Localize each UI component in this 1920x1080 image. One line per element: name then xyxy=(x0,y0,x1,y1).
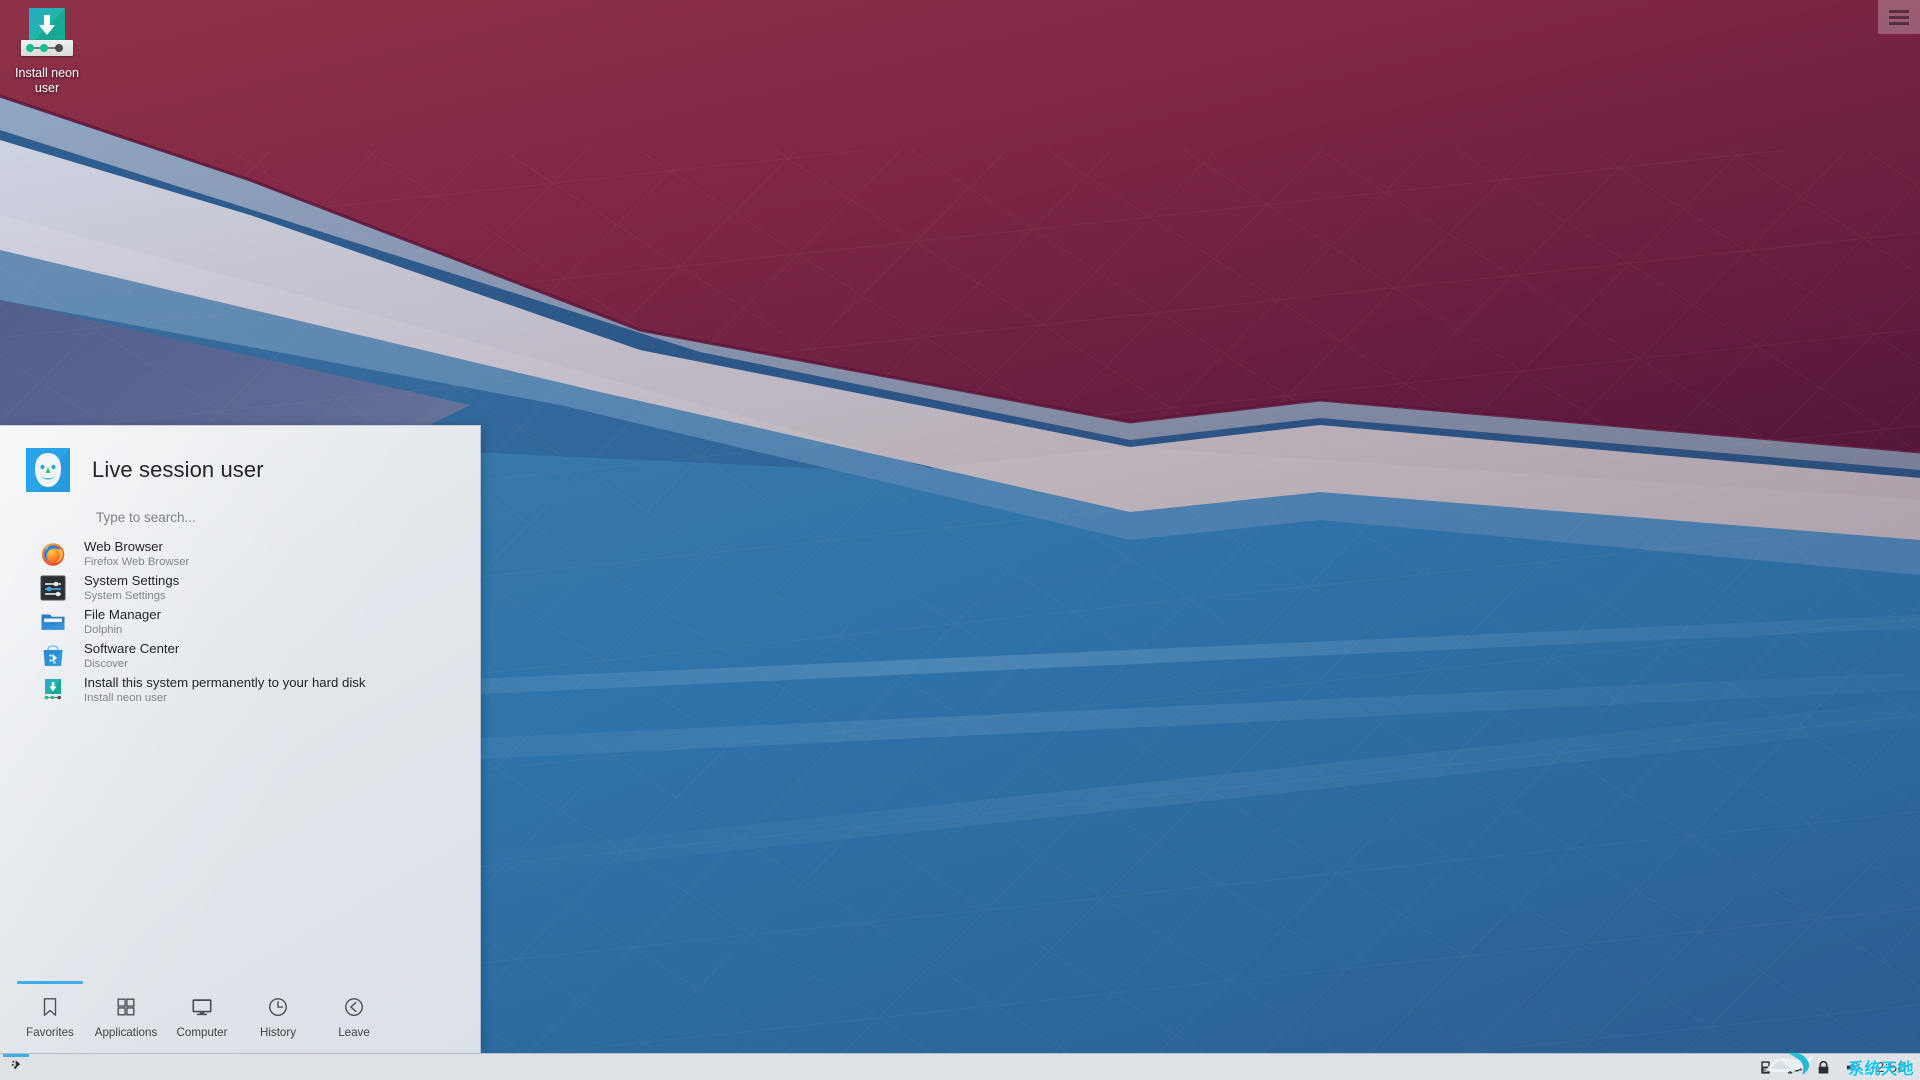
list-item-subtitle: System Settings xyxy=(84,589,166,602)
volume-icon[interactable] xyxy=(1845,1060,1860,1075)
grid-icon xyxy=(115,995,137,1019)
task-entry-discover[interactable] xyxy=(0,1053,32,1080)
download-arrow-icon xyxy=(39,15,55,35)
bookmark-icon xyxy=(39,995,61,1019)
clock-icon xyxy=(267,995,289,1019)
list-item-title: File Manager xyxy=(84,606,161,622)
user-name-label: Live session user xyxy=(92,457,264,482)
list-item-title: System Settings xyxy=(84,572,180,588)
search-input[interactable]: Type to search... xyxy=(96,510,480,525)
system-tray: 2:58 xyxy=(1758,1054,1920,1080)
list-item-system-settings[interactable]: System Settings System Settings xyxy=(0,571,480,605)
user-avatar-icon xyxy=(26,448,70,492)
list-item-file-manager[interactable]: File Manager Dolphin xyxy=(0,605,480,639)
tab-label: Favorites xyxy=(26,1026,74,1039)
leave-chevron-icon xyxy=(343,995,365,1019)
list-item-title: Install this system permanently to your … xyxy=(84,674,366,690)
digital-clock[interactable]: 2:58 xyxy=(1874,1059,1912,1076)
launcher-tab-bar: Favorites Applications Computer History … xyxy=(0,981,480,1053)
dolphin-folder-icon xyxy=(40,609,66,635)
system-settings-icon xyxy=(40,575,66,601)
list-item-subtitle: Discover xyxy=(84,657,128,670)
list-item-software-center[interactable]: Software Center Discover xyxy=(0,639,480,673)
tab-history[interactable]: History xyxy=(240,981,316,1039)
tab-label: Computer xyxy=(176,1026,228,1039)
monitor-icon xyxy=(191,995,213,1019)
tab-computer[interactable]: Computer xyxy=(164,981,240,1039)
tab-leave[interactable]: Leave xyxy=(316,981,392,1039)
application-launcher-menu: Live session user Type to search... Web … xyxy=(0,425,481,1053)
list-item-subtitle: Install neon user xyxy=(84,691,167,704)
discover-icon xyxy=(8,1056,25,1078)
tab-label: Leave xyxy=(338,1026,370,1039)
desktop-icon-install-neon-user[interactable]: Install neon user xyxy=(8,6,86,96)
list-item-title: Software Center xyxy=(84,640,180,656)
network-display-icon[interactable] xyxy=(1787,1060,1802,1075)
discover-icon xyxy=(40,643,66,669)
favorites-list: Web Browser Firefox Web Browser System S… xyxy=(0,533,480,707)
install-neon-user-icon xyxy=(40,677,66,703)
list-item-title: Web Browser xyxy=(84,538,163,554)
desktop-icon-label: Install neon user xyxy=(15,66,79,95)
tab-applications[interactable]: Applications xyxy=(88,981,164,1039)
task-manager xyxy=(0,1053,32,1080)
tab-label: History xyxy=(259,1026,297,1039)
firefox-icon xyxy=(40,541,66,567)
taskbar-panel: 2:58 系统天地 xyxy=(0,1052,1920,1080)
lock-icon[interactable] xyxy=(1816,1060,1831,1075)
tab-label: Applications xyxy=(94,1026,158,1039)
list-item-subtitle: Firefox Web Browser xyxy=(84,555,190,568)
desktop-toolbox-button[interactable] xyxy=(1878,0,1920,34)
usb-device-icon[interactable] xyxy=(1758,1060,1773,1075)
hamburger-menu-icon xyxy=(1889,7,1909,28)
list-item-web-browser[interactable]: Web Browser Firefox Web Browser xyxy=(0,537,480,571)
launcher-header: Live session user xyxy=(0,426,480,492)
desktop-screen: Install neon user Live session user Type… xyxy=(0,0,1920,1080)
install-neon-user-icon xyxy=(21,6,73,62)
list-item-subtitle: Dolphin xyxy=(84,623,123,636)
tab-favorites[interactable]: Favorites xyxy=(12,981,88,1039)
list-item-install-system[interactable]: Install this system permanently to your … xyxy=(0,673,480,707)
